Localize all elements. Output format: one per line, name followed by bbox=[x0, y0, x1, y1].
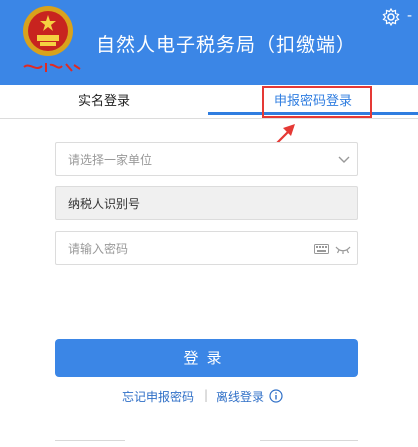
minimize-icon[interactable]: - bbox=[407, 8, 412, 24]
national-emblem-icon bbox=[23, 6, 73, 56]
unit-select-placeholder: 请选择一家单位 bbox=[68, 153, 153, 167]
bottom-divider-right bbox=[260, 440, 358, 441]
seal-text-logo bbox=[23, 63, 81, 72]
password-field[interactable]: 请输入密码 bbox=[55, 231, 358, 265]
taxpayer-id-field[interactable]: 纳税人识别号 bbox=[55, 186, 358, 220]
app-header: 自然人电子税务局（扣缴端） - bbox=[0, 0, 418, 85]
gear-icon[interactable] bbox=[382, 8, 400, 26]
tab-real-name-login[interactable]: 实名登录 bbox=[0, 85, 208, 118]
keyboard-icon[interactable] bbox=[314, 244, 329, 254]
eye-closed-icon[interactable] bbox=[335, 244, 351, 254]
footer-links: 忘记申报密码 | 离线登录 bbox=[0, 388, 418, 408]
taxpayer-id-placeholder: 纳税人识别号 bbox=[68, 197, 141, 211]
app-title: 自然人电子税务局（扣缴端） bbox=[96, 34, 357, 56]
unit-select[interactable]: 请选择一家单位 bbox=[55, 142, 358, 176]
forgot-password-link[interactable]: 忘记申报密码 bbox=[122, 388, 194, 405]
offline-login-link[interactable]: 离线登录 bbox=[216, 388, 264, 405]
chevron-down-icon[interactable] bbox=[337, 152, 351, 166]
annotation-highlight-box bbox=[262, 86, 372, 118]
login-button[interactable]: 登录 bbox=[55, 339, 358, 377]
bottom-divider-left bbox=[55, 440, 125, 441]
info-icon[interactable] bbox=[269, 389, 283, 403]
password-placeholder: 请输入密码 bbox=[68, 242, 129, 256]
link-separator: | bbox=[204, 388, 209, 402]
